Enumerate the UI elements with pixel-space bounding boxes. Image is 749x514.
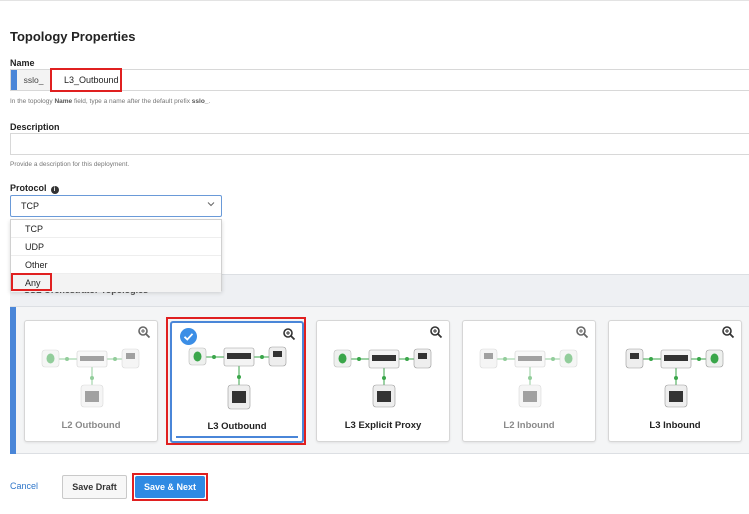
- topology-card-label: L2 Inbound: [503, 420, 555, 431]
- topology-diagram-icon: [329, 339, 439, 415]
- chevron-down-icon: [207, 200, 215, 210]
- topology-diagram-icon: [475, 339, 585, 415]
- topology-diagram-icon: [621, 339, 731, 415]
- cancel-link[interactable]: Cancel: [10, 481, 38, 491]
- topology-card-l2-inbound[interactable]: L2 Inbound: [462, 320, 596, 442]
- topology-card-l3-inbound[interactable]: L3 Inbound: [608, 320, 742, 442]
- zoom-in-icon[interactable]: [575, 325, 589, 339]
- card-annotation-box: [166, 317, 306, 445]
- description-help-text: Provide a description for this deploymen…: [10, 161, 130, 168]
- top-divider: [0, 0, 749, 1]
- save-draft-button[interactable]: Save Draft: [62, 475, 127, 499]
- protocol-select[interactable]: TCP: [10, 195, 222, 217]
- zoom-in-icon[interactable]: [721, 325, 735, 339]
- name-annotation-box: [50, 68, 122, 92]
- page-title: Topology Properties: [10, 29, 136, 44]
- name-prefix: sslo_: [17, 70, 51, 90]
- any-annotation-box: [11, 273, 52, 291]
- name-label: Name: [10, 58, 35, 68]
- topology-card-label: L2 Outbound: [61, 420, 121, 431]
- protocol-selected-value: TCP: [21, 201, 39, 211]
- info-icon[interactable]: i: [50, 186, 59, 194]
- protocol-label: Protocol i: [10, 183, 59, 194]
- topology-card-l3-explicit-proxy[interactable]: L3 Explicit Proxy: [316, 320, 450, 442]
- protocol-option-udp[interactable]: UDP: [11, 238, 221, 256]
- description-input[interactable]: [10, 133, 749, 155]
- topology-card-label: L3 Inbound: [649, 420, 701, 431]
- zoom-in-icon[interactable]: [429, 325, 443, 339]
- protocol-option-tcp[interactable]: TCP: [11, 220, 221, 238]
- description-label: Description: [10, 122, 60, 132]
- required-indicator: [10, 307, 16, 454]
- name-help-text: In the topology Name field, type a name …: [10, 98, 211, 105]
- zoom-in-icon[interactable]: [137, 325, 151, 339]
- topology-diagram-icon: [37, 339, 147, 415]
- topology-card-label: L3 Explicit Proxy: [344, 420, 422, 431]
- topology-card-l2-outbound[interactable]: L2 Outbound: [24, 320, 158, 442]
- save-next-annotation-box: [132, 473, 208, 501]
- protocol-option-other[interactable]: Other: [11, 256, 221, 274]
